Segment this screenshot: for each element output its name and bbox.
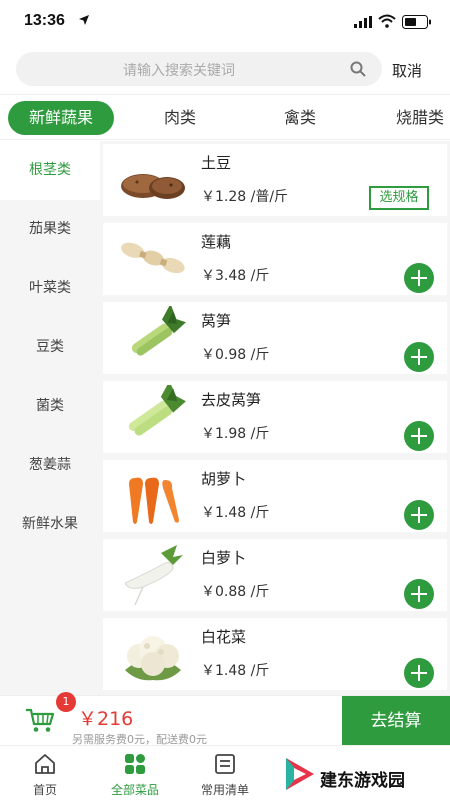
lotus-root-image	[121, 242, 185, 274]
sidebar-item-leafy-greens[interactable]: 叶菜类	[0, 259, 100, 318]
add-to-cart-button[interactable]	[404, 342, 434, 372]
search-icon[interactable]	[350, 61, 366, 77]
product-row[interactable]: 土豆 ￥1.28 /普/斤 选规格	[103, 144, 447, 216]
subcategory-sidebar: 根茎类 茄果类 叶菜类 豆类 菌类 葱姜蒜 新鲜水果	[0, 141, 100, 695]
shopping-cart-icon[interactable]	[24, 706, 56, 734]
product-price: ￥0.88 /斤	[201, 584, 270, 600]
product-price: ￥0.98 /斤	[201, 347, 270, 363]
wifi-icon	[378, 14, 396, 28]
product-price: ￥1.28 /普/斤	[201, 189, 289, 205]
product-price: ￥1.48 /斤	[201, 505, 270, 521]
tab-fresh-produce[interactable]: 新鲜蔬果	[8, 101, 114, 135]
white-radish-image	[124, 545, 183, 606]
nav-frequent-list[interactable]: 常用清单	[180, 746, 270, 800]
add-to-cart-button[interactable]	[404, 579, 434, 609]
product-name: 莲藕	[201, 233, 232, 251]
product-row[interactable]: 莲藕 ￥3.48 /斤	[103, 223, 447, 295]
search-box[interactable]: 请输入搜索关键词	[16, 52, 382, 86]
product-row[interactable]: 胡萝卜 ￥1.48 /斤	[103, 460, 447, 532]
product-price: ￥3.48 /斤	[201, 268, 270, 284]
sidebar-item-root-vegetables[interactable]: 根茎类	[0, 141, 100, 200]
product-row[interactable]: 去皮莴笋 ￥1.98 /斤	[103, 381, 447, 453]
sidebar-item-fresh-fruit[interactable]: 新鲜水果	[0, 495, 100, 554]
product-name: 去皮莴笋	[201, 391, 262, 409]
nav-all-dishes[interactable]: 全部菜品	[90, 746, 180, 800]
location-arrow-icon	[79, 15, 89, 25]
watermark-logo-icon	[286, 758, 314, 790]
add-to-cart-button[interactable]	[404, 658, 434, 688]
nav-home[interactable]: 首页	[0, 746, 90, 800]
peeled-lettuce-stem-image	[128, 385, 186, 436]
cellular-signal-icon	[354, 16, 372, 28]
product-name: 土豆	[201, 154, 232, 172]
cart-count-badge: 1	[56, 692, 76, 712]
add-to-cart-button[interactable]	[404, 263, 434, 293]
product-row[interactable]: 白萝卜 ￥0.88 /斤	[103, 539, 447, 611]
lettuce-stem-image	[131, 306, 186, 356]
cart-bar: 1 ￥216 另需服务费0元，配送费0元 去结算	[0, 692, 450, 746]
sidebar-item-mushrooms[interactable]: 菌类	[0, 377, 100, 436]
watermark: 建东游戏园	[284, 752, 450, 800]
potato-image	[121, 174, 185, 199]
status-bar: 13:36	[0, 0, 450, 44]
product-list: 土豆 ￥1.28 /普/斤 选规格 莲藕 ￥3.48 /斤 莴笋 ￥0.98 /…	[100, 141, 450, 695]
sidebar-item-beans[interactable]: 豆类	[0, 318, 100, 377]
product-name: 白花菜	[201, 628, 247, 646]
add-to-cart-button[interactable]	[404, 421, 434, 451]
sidebar-item-aromatics[interactable]: 葱姜蒜	[0, 436, 100, 495]
checkout-button[interactable]: 去结算	[342, 696, 450, 746]
tab-poultry[interactable]: 禽类	[260, 101, 340, 135]
cauliflower-image	[125, 636, 181, 681]
product-row[interactable]: 莴笋 ￥0.98 /斤	[103, 302, 447, 374]
product-row[interactable]: 白花菜 ￥1.48 /斤	[103, 618, 447, 690]
carrot-image	[129, 477, 179, 524]
search-input[interactable]: 请输入搜索关键词	[16, 60, 342, 80]
watermark-text: 建东游戏园	[320, 771, 405, 791]
product-price: ￥1.48 /斤	[201, 663, 270, 679]
add-to-cart-button[interactable]	[404, 500, 434, 530]
tab-roast-meat[interactable]: 烧腊类	[380, 101, 450, 135]
home-icon	[35, 754, 55, 774]
tab-meat[interactable]: 肉类	[140, 101, 220, 135]
status-time: 13:36	[24, 12, 65, 29]
category-tabs: 新鲜蔬果 肉类 禽类 烧腊类	[0, 94, 450, 140]
product-name: 胡萝卜	[201, 470, 247, 488]
cart-total: ￥216	[78, 708, 134, 730]
list-icon	[215, 754, 235, 774]
grid-icon	[125, 754, 145, 774]
nav-label: 常用清单	[200, 783, 249, 797]
battery-icon	[402, 15, 431, 29]
product-price: ￥1.98 /斤	[201, 426, 270, 442]
nav-label: 全部菜品	[110, 783, 159, 797]
cancel-button[interactable]: 取消	[392, 60, 422, 81]
product-name: 白萝卜	[201, 549, 247, 567]
nav-label: 首页	[32, 783, 57, 797]
product-name: 莴笋	[201, 312, 232, 330]
sidebar-item-solanaceous[interactable]: 茄果类	[0, 200, 100, 259]
select-spec-button[interactable]: 选规格	[369, 186, 429, 210]
